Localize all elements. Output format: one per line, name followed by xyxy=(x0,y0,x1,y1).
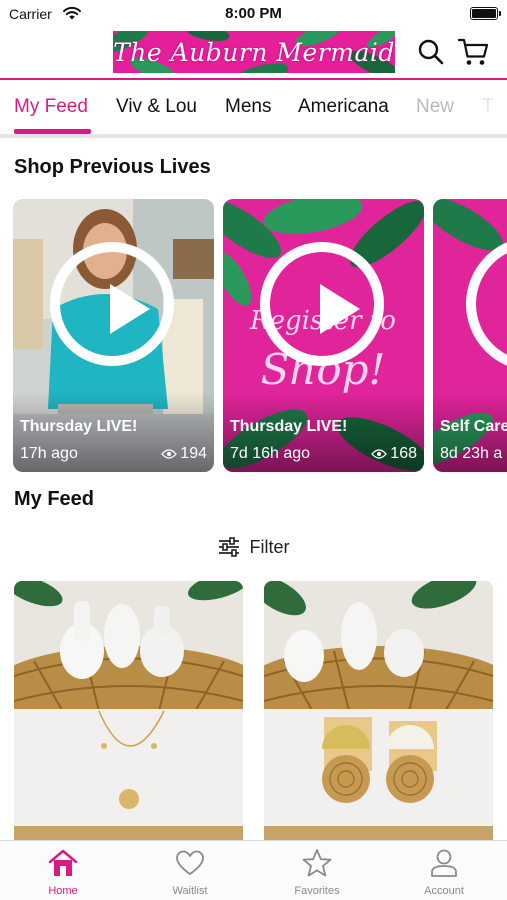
nav-waitlist[interactable]: Waitlist xyxy=(127,841,253,900)
home-icon xyxy=(48,849,78,876)
live-card[interactable]: Thursday LIVE! 17h ago 194 xyxy=(13,199,214,472)
live-views: 194 xyxy=(161,445,207,463)
nav-home-label: Home xyxy=(48,885,78,897)
brand-logo[interactable]: The Auburn Mermaid xyxy=(113,31,395,73)
nav-home[interactable]: Home xyxy=(0,841,126,900)
tab-mens[interactable]: Mens xyxy=(225,96,271,118)
eye-icon xyxy=(161,449,178,459)
filter-label: Filter xyxy=(249,536,290,557)
section-title-my-feed: My Feed xyxy=(14,488,95,510)
person-icon xyxy=(431,849,457,877)
live-ago: 7d 16h ago xyxy=(230,445,311,462)
tab-americana[interactable]: Americana xyxy=(298,96,389,118)
status-time: 8:00 PM xyxy=(225,5,282,22)
tab-new[interactable]: New xyxy=(416,96,454,118)
battery-icon xyxy=(470,7,501,20)
live-views-count: 194 xyxy=(180,445,207,462)
nav-waitlist-label: Waitlist xyxy=(172,885,208,897)
tab-my-feed[interactable]: My Feed xyxy=(14,96,88,118)
logo-text: The Auburn Mermaid xyxy=(113,37,395,67)
heart-icon xyxy=(176,850,204,875)
eye-icon xyxy=(371,449,388,459)
search-icon[interactable] xyxy=(417,38,445,66)
filter-button[interactable]: Filter xyxy=(0,535,507,559)
play-icon[interactable] xyxy=(260,242,384,366)
live-views: 168 xyxy=(371,445,417,463)
bottom-tab-bar: Home Waitlist Favorites Account xyxy=(0,840,507,900)
live-title: Self Care xyxy=(440,418,507,435)
star-icon xyxy=(302,849,332,877)
live-ago: 8d 23h a xyxy=(440,445,503,462)
product-card[interactable] xyxy=(264,581,493,840)
nav-account[interactable]: Account xyxy=(381,841,507,900)
nav-account-label: Account xyxy=(424,885,464,897)
product-image-earrings xyxy=(264,581,493,840)
cart-icon[interactable] xyxy=(457,37,489,67)
category-tabs: My Feed Viv & Lou Mens Americana New T xyxy=(0,80,507,136)
live-title: Thursday LIVE! xyxy=(20,418,138,435)
product-image-necklace xyxy=(14,581,243,840)
nav-favorites-label: Favorites xyxy=(294,885,340,897)
nav-favorites[interactable]: Favorites xyxy=(254,841,380,900)
section-title-previous-lives: Shop Previous Lives xyxy=(14,156,211,178)
tabs-divider xyxy=(0,134,507,138)
live-title: Thursday LIVE! xyxy=(230,418,348,435)
play-icon[interactable] xyxy=(50,242,174,366)
status-bar: Carrier 8:00 PM xyxy=(0,0,507,28)
live-card[interactable]: Register to Shop! Thursday LIVE! 7d 16h … xyxy=(223,199,424,472)
sliders-icon xyxy=(218,537,239,557)
live-views-count: 168 xyxy=(390,445,417,462)
tab-partial[interactable]: T xyxy=(482,96,494,118)
previous-lives-carousel[interactable]: Thursday LIVE! 17h ago 194 Register to S… xyxy=(0,199,507,472)
live-card[interactable]: Self Care 8d 23h a xyxy=(433,199,507,472)
app-header: The Auburn Mermaid xyxy=(0,28,507,80)
tab-viv-lou[interactable]: Viv & Lou xyxy=(116,96,197,118)
product-card[interactable] xyxy=(14,581,243,840)
live-ago: 17h ago xyxy=(20,445,78,462)
